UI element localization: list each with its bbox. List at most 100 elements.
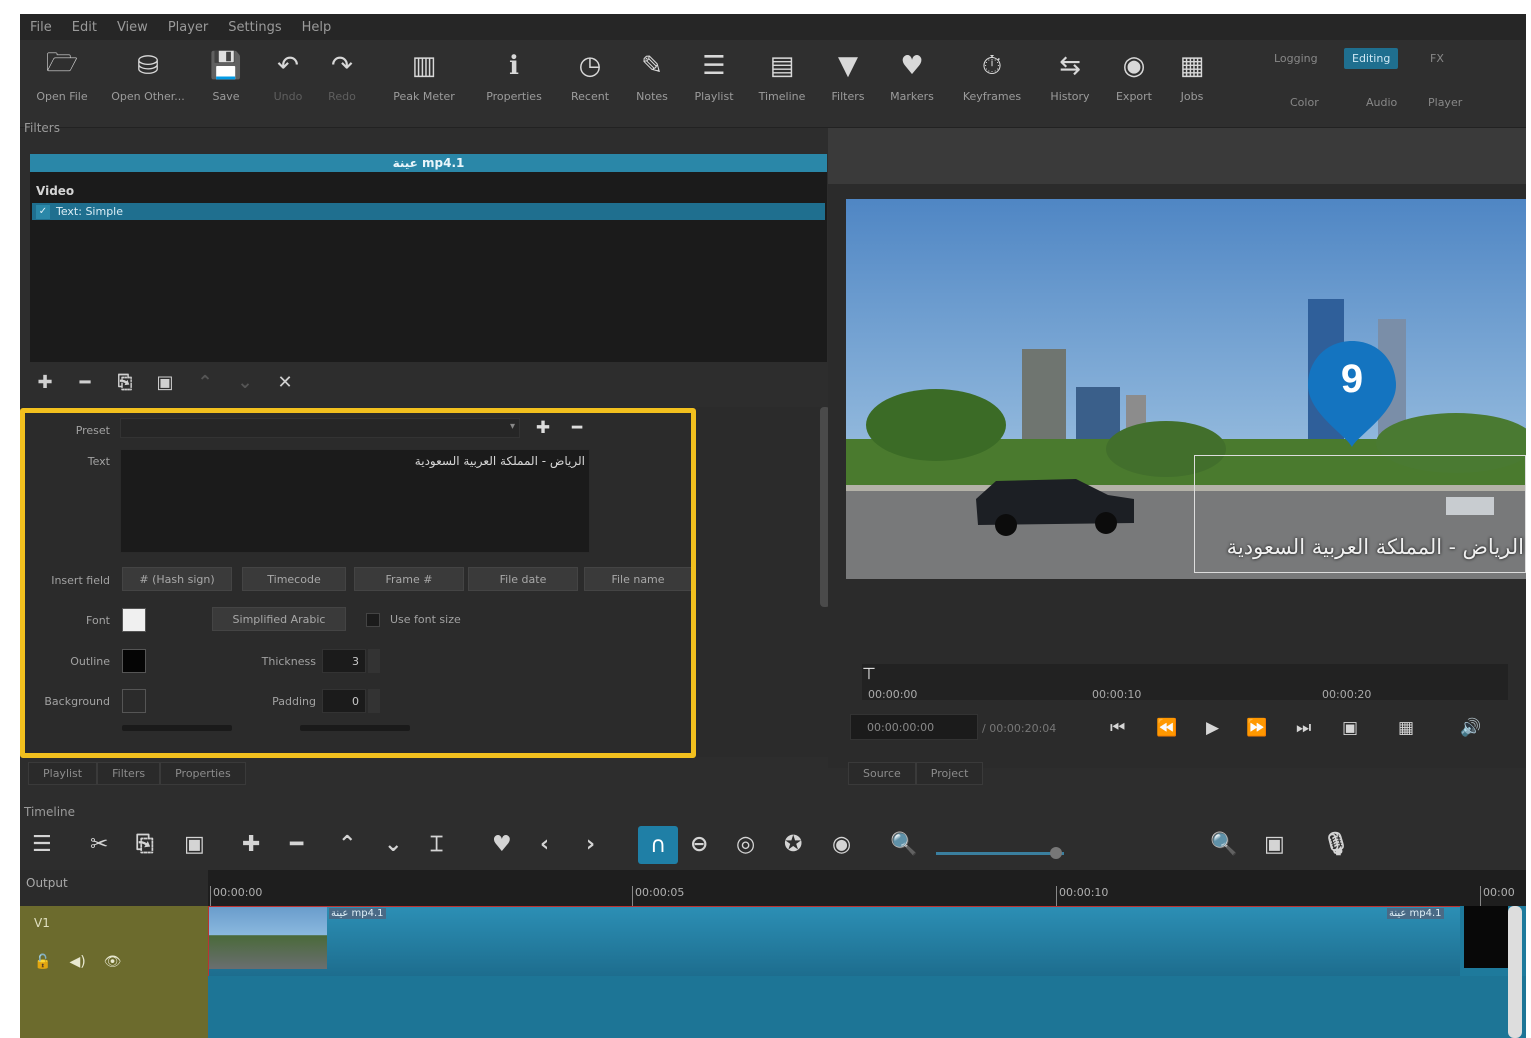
menu-player[interactable]: Player [168, 20, 208, 35]
filter-item-text-simple[interactable]: ✓ Text: Simple [32, 203, 825, 220]
move-down-button[interactable]: ⌄ [234, 370, 256, 394]
fast-forward-icon[interactable]: ⏩ [1246, 718, 1267, 738]
add-filter-button[interactable]: ✚ [34, 370, 56, 394]
grid-icon[interactable]: ▦ [1398, 718, 1414, 738]
jobs-button[interactable]: ▦ Jobs [1160, 48, 1224, 103]
delete-preset-button[interactable]: ━ [566, 417, 588, 439]
play-icon[interactable]: ▶ [1206, 718, 1219, 738]
thickness-spinner[interactable]: 3 [322, 649, 366, 673]
lift-icon[interactable]: ⌃ [338, 832, 356, 857]
open-file-button[interactable]: 🗁 Open File [30, 48, 94, 103]
insert-frame-button[interactable]: Frame # [354, 567, 464, 591]
outline-color-swatch[interactable] [122, 649, 146, 673]
move-up-button[interactable]: ⌃ [194, 370, 216, 394]
timeline-ruler[interactable]: 00:00:00 00:00:05 00:00:10 00:00 [208, 870, 1526, 906]
tab-properties[interactable]: Properties [160, 762, 246, 785]
notes-button[interactable]: ✎ Notes [620, 48, 684, 103]
tab-source[interactable]: Source [848, 762, 916, 785]
insert-hash-button[interactable]: # (Hash sign) [122, 567, 232, 591]
record-audio-icon[interactable]: 🎙 [1322, 832, 1350, 857]
ripple-markers-icon[interactable]: ◉ [832, 832, 851, 857]
text-input[interactable]: الرياض - المملكة العربية السعودية [120, 449, 590, 553]
open-other-button[interactable]: ⛁ Open Other... [111, 48, 185, 103]
recent-button[interactable]: ◷ Recent [558, 48, 622, 103]
deselect-filter-button[interactable]: ✕ [274, 370, 296, 394]
font-color-swatch[interactable] [122, 608, 146, 632]
volume-icon[interactable]: 🔊 [1460, 718, 1481, 738]
padding-spinner[interactable]: 0 [322, 689, 366, 713]
zoom-slider[interactable] [936, 852, 1064, 855]
paste-filters-button[interactable]: ▣ [154, 370, 176, 394]
zoom-out-icon[interactable]: 🔍 [890, 832, 917, 857]
menu-view[interactable]: View [117, 20, 148, 35]
peak-meter-button[interactable]: ▥ Peak Meter [392, 48, 456, 103]
playlist-button[interactable]: ☰ Playlist [682, 48, 746, 103]
tab-playlist[interactable]: Playlist [28, 762, 98, 785]
overwrite-icon[interactable]: ⌄ [384, 832, 402, 857]
playhead-icon[interactable]: ⊤ [862, 664, 876, 683]
preset-select[interactable]: ▾ [120, 418, 520, 438]
timeline-button[interactable]: ▤ Timeline [750, 48, 814, 103]
timeline-scrollbar[interactable] [1508, 906, 1522, 1038]
eye-icon[interactable]: 👁 [104, 954, 122, 970]
padding-stepper[interactable] [368, 689, 380, 713]
mute-icon[interactable]: ◀) [69, 954, 85, 970]
filter-enabled-checkbox[interactable]: ✓ [36, 204, 50, 219]
scrub-drag-icon[interactable]: ⊖ [690, 832, 708, 857]
menu-settings[interactable]: Settings [228, 20, 281, 35]
insert-file-date-button[interactable]: File date [468, 567, 578, 591]
next-marker-icon[interactable]: › [586, 832, 595, 857]
thickness-stepper[interactable] [368, 649, 380, 673]
save-button[interactable]: 💾 Save [194, 48, 258, 103]
paste-icon[interactable]: ▣ [184, 832, 205, 857]
lock-icon[interactable]: 🔓 [34, 954, 51, 970]
export-button[interactable]: ◉ Export [1102, 48, 1166, 103]
layout-color[interactable]: Color [1282, 92, 1327, 113]
menu-file[interactable]: File [30, 20, 52, 35]
markers-button[interactable]: ♥ Markers [880, 48, 944, 103]
skip-previous-icon[interactable]: ⏮ [1110, 718, 1125, 738]
current-timecode-field[interactable]: 00:00:00:00 [850, 714, 978, 740]
player-scrubber[interactable]: ⊤ 00:00:00 00:00:10 00:00:20 [862, 664, 1508, 701]
copy-icon[interactable]: ⎘ [136, 832, 154, 857]
layout-editing[interactable]: Editing [1344, 48, 1399, 69]
insert-file-name-button[interactable]: File name [584, 567, 692, 591]
redo-button[interactable]: ↷ Redo [310, 48, 374, 103]
append-icon[interactable]: ✚ [242, 832, 260, 857]
background-color-swatch[interactable] [122, 689, 146, 713]
copy-filters-button[interactable]: ⎘ [114, 370, 136, 394]
menu-help[interactable]: Help [302, 20, 332, 35]
font-button[interactable]: Simplified Arabic [212, 607, 346, 631]
history-button[interactable]: ⇆ History [1038, 48, 1102, 103]
menu-edit[interactable]: Edit [72, 20, 97, 35]
tab-filters[interactable]: Filters [97, 762, 161, 785]
zoom-slider-handle[interactable] [1050, 847, 1062, 859]
skip-next-icon[interactable]: ⏭ [1296, 718, 1311, 738]
cut-icon[interactable]: ✂ [90, 832, 108, 857]
zoom-in-icon[interactable]: 🔍 [1210, 832, 1237, 857]
tab-project[interactable]: Project [915, 762, 984, 785]
keyframes-button[interactable]: ⏱ Keyframes [960, 48, 1024, 104]
insert-timecode-button[interactable]: Timecode [242, 567, 346, 591]
zoom-fit-icon[interactable]: ▣ [1264, 832, 1285, 857]
properties-button[interactable]: ℹ Properties [482, 48, 546, 103]
size-slider[interactable] [300, 725, 410, 731]
timeline-menu-icon[interactable]: ☰ [32, 832, 52, 857]
layout-player[interactable]: Player [1420, 92, 1470, 113]
video-preview[interactable]: الرياض - المملكة العربية السعودية 9 [846, 199, 1526, 579]
snap-button[interactable]: ∩ [638, 826, 678, 864]
layout-fx[interactable]: FX [1422, 48, 1452, 69]
save-preset-button[interactable]: ✚ [532, 417, 554, 439]
layout-logging[interactable]: Logging [1266, 48, 1326, 69]
use-font-size-checkbox[interactable] [366, 613, 380, 627]
position-slider[interactable] [122, 725, 232, 731]
marker-icon[interactable]: ♥ [492, 832, 512, 857]
ripple-all-icon[interactable]: ✪ [784, 832, 802, 857]
zoom-toggle-icon[interactable]: ▣ [1342, 718, 1358, 738]
filters-button[interactable]: ▼ Filters [816, 48, 880, 103]
ripple-icon[interactable]: ◎ [736, 832, 755, 857]
remove-icon[interactable]: ━ [290, 832, 303, 857]
remove-filter-button[interactable]: ━ [74, 370, 96, 394]
split-icon[interactable]: ⌶ [430, 832, 443, 857]
layout-audio[interactable]: Audio [1358, 92, 1405, 113]
